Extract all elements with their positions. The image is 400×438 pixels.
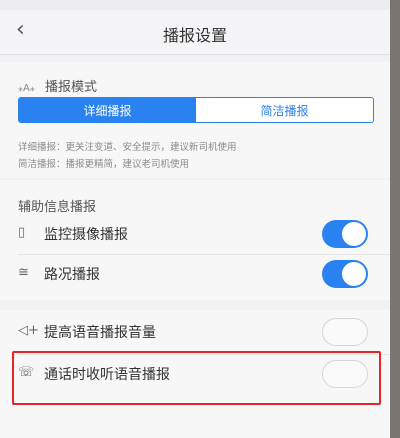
navigation-bar: ‹ 播报设置 <box>0 10 390 55</box>
camera-broadcast-toggle[interactable] <box>322 220 368 248</box>
raise-volume-toggle[interactable] <box>322 318 368 346</box>
mode-option-concise[interactable]: 简洁播报 <box>196 98 373 122</box>
broadcast-mode-title: 播报模式 <box>44 80 97 95</box>
camera-icon: ▯ <box>18 225 26 240</box>
raise-volume-row[interactable]: ◁+ 提高语音播报音量 <box>0 312 390 352</box>
phone-screen: ‹ 播报设置 ⁎A⁎ 播报模式 详细播报 简洁播报 详细播报：更关注变道、安全提… <box>0 0 390 438</box>
detailed-mode-description: 详细播报：更关注变道、安全提示，建议新司机使用 <box>18 142 237 153</box>
traffic-broadcast-label: 路况播报 <box>44 267 100 283</box>
broadcast-mode-selector: 详细播报 简洁播报 <box>18 97 374 123</box>
aux-info-title: 辅助信息播报 <box>18 200 97 215</box>
aux-info-section: 辅助信息播报 ▯ 监控摄像播报 ≅ 路况播报 <box>0 180 390 300</box>
mode-option-detailed[interactable]: 详细播报 <box>19 98 196 122</box>
speaker-plus-icon: ◁+ <box>18 323 39 338</box>
camera-broadcast-row[interactable]: ▯ 监控摄像播报 <box>0 214 390 254</box>
traffic-broadcast-toggle[interactable] <box>322 260 368 288</box>
road-icon: ≅ <box>18 265 29 280</box>
broadcast-mode-header: ⁎A⁎ 播报模式 <box>18 76 97 95</box>
page-title: 播报设置 <box>162 26 227 45</box>
concise-mode-description: 简洁播报：播报更精简，建议老司机使用 <box>18 159 190 170</box>
device-edge <box>390 0 400 438</box>
camera-broadcast-label: 监控摄像播报 <box>44 227 128 243</box>
raise-volume-label: 提高语音播报音量 <box>44 325 156 341</box>
broadcast-icon: ⁎A⁎ <box>18 83 35 94</box>
highlight-box <box>12 351 381 405</box>
status-bar <box>0 0 390 10</box>
traffic-broadcast-row[interactable]: ≅ 路况播报 <box>0 254 390 294</box>
